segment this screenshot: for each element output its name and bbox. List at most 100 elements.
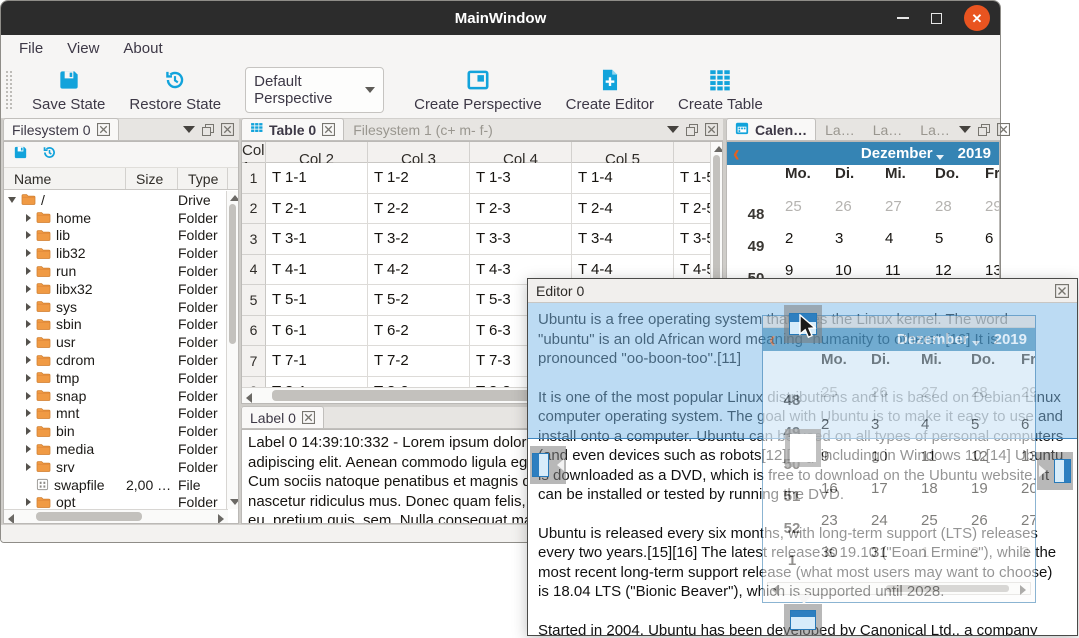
tree-row[interactable]: sbin Folder [4, 316, 228, 334]
calendar-day[interactable]: 28 [971, 384, 1021, 416]
calendar-day[interactable]: 17 [871, 480, 921, 512]
calendar-day[interactable]: 6 [985, 230, 1000, 262]
tree-row[interactable]: libx32 Folder [4, 280, 228, 298]
restore-state-button[interactable]: Restore State [117, 63, 233, 117]
expander-icon[interactable] [26, 338, 31, 346]
calendar-day[interactable]: 24 [871, 512, 921, 544]
tree-row[interactable]: bin Folder [4, 422, 228, 440]
scrollbar-handle[interactable] [36, 512, 142, 521]
tab-label-truncated[interactable]: La… [864, 118, 912, 140]
prev-month-icon[interactable]: ‹ [769, 328, 776, 352]
calendar-day[interactable]: 30 [821, 544, 871, 576]
expander-icon[interactable] [26, 463, 31, 471]
close-panel-icon[interactable] [997, 123, 1010, 136]
editor-titlebar[interactable]: Editor 0 [528, 279, 1077, 303]
tab-close-icon[interactable] [302, 411, 315, 424]
calendar-day[interactable]: 28 [935, 198, 985, 230]
tree-row[interactable]: lib Folder [4, 227, 228, 245]
dock-indicator-center[interactable] [785, 429, 821, 467]
calendar-day[interactable]: 12 [971, 448, 1021, 480]
save-icon[interactable] [12, 144, 29, 166]
expander-icon[interactable] [26, 231, 31, 239]
save-state-button[interactable]: Save State [20, 63, 117, 117]
table-cell[interactable]: T 2-4 [572, 194, 674, 225]
tree-row[interactable]: sys Folder [4, 298, 228, 316]
float-panel-icon[interactable] [202, 124, 214, 136]
scroll-down-icon[interactable] [230, 499, 239, 505]
dock-indicator-left[interactable] [530, 446, 566, 484]
perspective-combobox[interactable]: Default Perspective [245, 67, 384, 113]
table-cell[interactable]: T 2-1 [266, 194, 368, 225]
row-number[interactable]: 3 [242, 224, 266, 255]
calendar-day[interactable]: 26 [871, 384, 921, 416]
tree-header-name[interactable]: Name [4, 168, 126, 189]
calendar-day[interactable]: 29 [985, 198, 1000, 230]
table-cell[interactable]: T 3-5 [674, 224, 712, 255]
tab-filesystem-0[interactable]: Filesystem 0 [3, 118, 119, 140]
tree-horizontal-scrollbar[interactable] [4, 509, 228, 523]
menu-about[interactable]: About [113, 38, 172, 59]
calendar-day[interactable]: 1 [921, 544, 971, 576]
calendar-day[interactable]: 5 [935, 230, 985, 262]
float-panel-icon[interactable] [686, 124, 698, 136]
calendar-day[interactable]: 4 [885, 230, 935, 262]
calendar-day[interactable]: 2 [821, 416, 871, 448]
calendar-day[interactable]: 26 [835, 198, 885, 230]
row-number[interactable]: 4 [242, 255, 266, 286]
tree-row[interactable]: snap Folder [4, 387, 228, 405]
expander-icon[interactable] [26, 320, 31, 328]
table-cell[interactable]: T 1-4 [572, 163, 674, 194]
create-table-button[interactable]: Create Table [666, 63, 775, 117]
table-cell[interactable]: T 1-1 [266, 163, 368, 194]
expander-icon[interactable] [26, 214, 31, 222]
table-cell[interactable]: T 4-1 [266, 255, 368, 286]
expander-icon[interactable] [26, 303, 31, 311]
calendar-day[interactable]: 2 [785, 230, 835, 262]
table-cell[interactable]: T 7-1 [266, 346, 368, 377]
tree-row[interactable]: tmp Folder [4, 369, 228, 387]
tab-close-icon[interactable] [97, 123, 110, 136]
menu-view[interactable]: View [57, 38, 109, 59]
maximize-icon[interactable] [931, 13, 942, 24]
tab-label-truncated[interactable]: La… [911, 118, 959, 140]
calendar-day[interactable]: 10 [871, 448, 921, 480]
scrollbar-handle[interactable] [229, 204, 236, 344]
dock-indicator-bottom[interactable] [784, 604, 822, 636]
year-button[interactable]: 2019 [958, 145, 991, 162]
table-cell[interactable]: T 2-5 [674, 194, 712, 225]
calendar-day[interactable]: 3 [871, 416, 921, 448]
calendar-day[interactable]: 25 [821, 384, 871, 416]
tab-label-0[interactable]: Label 0 [241, 406, 324, 428]
calendar-day[interactable]: 16 [821, 480, 871, 512]
titlebar[interactable]: MainWindow ✕ [1, 1, 1000, 35]
tree-row[interactable]: run Folder [4, 262, 228, 280]
history-icon[interactable] [41, 144, 58, 166]
table-cell[interactable]: T 2-3 [470, 194, 572, 225]
tab-table-0[interactable]: Table 0 [241, 118, 344, 140]
dock-indicator-right[interactable] [1037, 452, 1073, 490]
table-cell[interactable]: T 1-2 [368, 163, 470, 194]
scroll-up-icon[interactable] [230, 195, 239, 201]
scroll-left-icon[interactable] [246, 393, 252, 403]
table-cell[interactable]: T 3-1 [266, 224, 368, 255]
table-cell[interactable]: T 4-2 [368, 255, 470, 286]
row-number[interactable]: 1 [242, 163, 266, 194]
calendar-day[interactable]: 4 [921, 416, 971, 448]
close-icon[interactable]: ✕ [964, 5, 990, 31]
table-cell[interactable]: T 6-2 [368, 316, 470, 347]
tree-row[interactable]: mnt Folder [4, 405, 228, 423]
menu-file[interactable]: File [9, 38, 53, 59]
calendar-day[interactable]: 27 [921, 384, 971, 416]
tree-row[interactable]: lib32 Folder [4, 244, 228, 262]
row-number[interactable]: 2 [242, 194, 266, 225]
calendar-day[interactable]: 25 [785, 198, 835, 230]
close-icon[interactable] [1055, 284, 1069, 298]
table-cell[interactable]: T 3-3 [470, 224, 572, 255]
expander-icon[interactable] [26, 498, 31, 506]
tab-label-truncated[interactable]: La… [816, 118, 864, 140]
calendar-day[interactable]: 23 [821, 512, 871, 544]
tree-row[interactable]: opt Folder [4, 494, 228, 509]
tree-row[interactable]: / Drive [4, 191, 228, 209]
table-cell[interactable]: T 6-1 [266, 316, 368, 347]
tree-row[interactable]: cdrom Folder [4, 351, 228, 369]
